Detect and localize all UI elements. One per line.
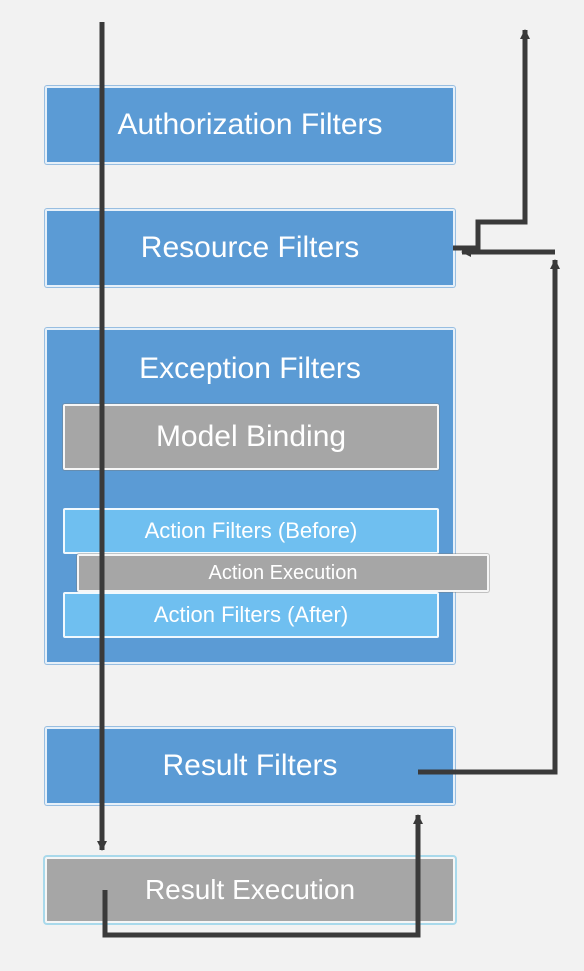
label-action-execution: Action Execution: [209, 562, 358, 585]
box-action-execution: Action Execution: [77, 554, 489, 592]
label-authorization-filters: Authorization Filters: [117, 108, 382, 142]
box-model-binding: Model Binding: [63, 404, 439, 470]
box-result-execution: Result Execution: [45, 857, 455, 923]
box-action-filters-before: Action Filters (Before): [63, 508, 439, 554]
label-model-binding: Model Binding: [156, 420, 346, 454]
box-exception-filters: Exception Filters Model Binding Action F…: [45, 328, 455, 664]
label-resource-filters: Resource Filters: [141, 231, 359, 265]
label-action-filters-after: Action Filters (After): [154, 602, 348, 628]
box-authorization-filters: Authorization Filters: [45, 86, 455, 164]
label-result-filters: Result Filters: [162, 749, 337, 783]
label-exception-filters: Exception Filters: [47, 352, 453, 386]
box-result-filters: Result Filters: [45, 727, 455, 805]
label-result-execution: Result Execution: [145, 874, 355, 906]
box-action-filters-after: Action Filters (After): [63, 592, 439, 638]
label-action-filters-before: Action Filters (Before): [145, 518, 358, 544]
box-resource-filters: Resource Filters: [45, 209, 455, 287]
